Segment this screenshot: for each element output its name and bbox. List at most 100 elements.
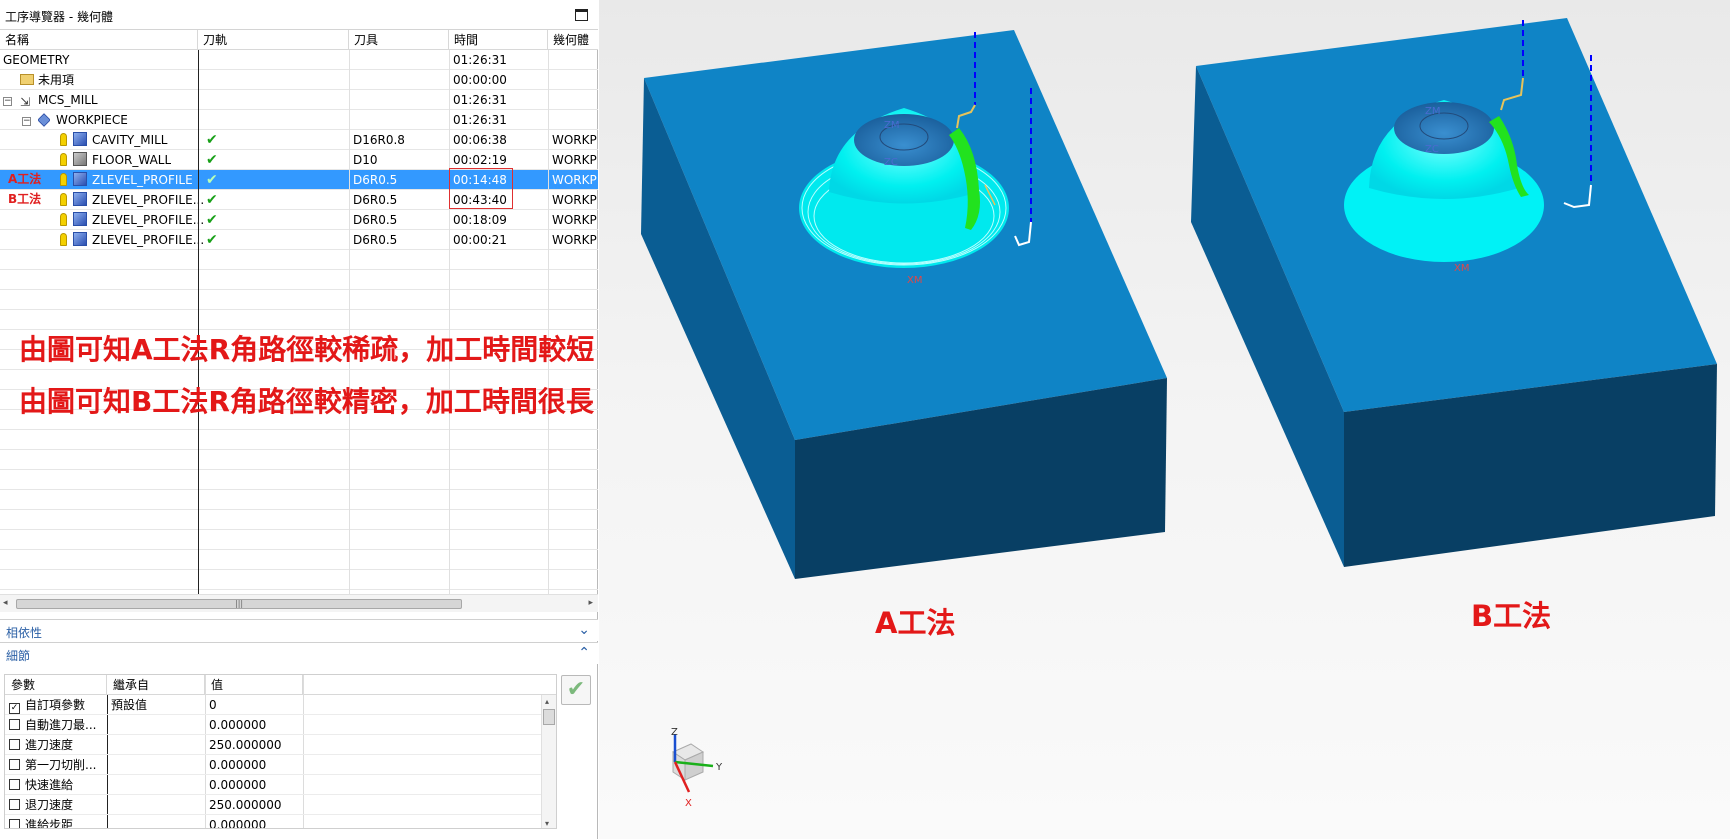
tree-row-zlevel-profile-c[interactable]: ZLEVEL_PROFILE... ✔ D6R0.5 00:18:09 WORK… [0,210,598,230]
operation-icon [73,212,87,226]
empty-row [0,550,598,570]
detail-row[interactable]: 進刀速度 250.000000 [5,735,543,755]
model-b-label: B工法 [1471,599,1552,633]
column-header-tool[interactable]: 刀具 [349,30,449,50]
collapse-icon[interactable]: − [22,117,31,126]
tree-row-cavity-mill[interactable]: CAVITY_MILL ✔ D16R0.8 00:06:38 WORKP [0,130,598,150]
row-tool: D6R0.5 [353,233,398,247]
details-label: 細節 [6,649,31,663]
chevron-up-icon[interactable]: ⌃ [578,645,590,661]
maximize-icon[interactable] [575,9,588,21]
param-value[interactable]: 0.000000 [209,715,266,735]
model-b: ZM ZC XM [1191,18,1717,567]
param-value[interactable]: 0.000000 [209,775,266,795]
checkbox[interactable] [9,739,20,750]
key-icon [60,133,67,146]
row-geometry: WORKP [552,193,597,207]
row-name: WORKPIECE [56,113,128,127]
row-time: 00:06:38 [453,133,507,147]
detail-row[interactable]: 自動進刀最... 0.000000 [5,715,543,735]
operation-icon [73,232,87,246]
scroll-up-icon[interactable]: ▴ [545,697,549,706]
tree-row-geometry[interactable]: GEOMETRY 01:26:31 [0,50,598,70]
model-scene: ZM ZC XM ZM ZC XM Z Y X [641,18,1717,809]
param-value[interactable]: 0.000000 [209,755,266,775]
row-name: FLOOR_WALL [92,153,172,167]
scroll-down-icon[interactable]: ▾ [545,819,549,828]
checkbox[interactable] [9,799,20,810]
empty-row [0,430,598,450]
empty-row [0,310,598,330]
row-geometry: WORKP [552,233,597,247]
collapse-icon[interactable]: − [3,97,12,106]
graphics-viewport[interactable]: ZM ZC XM ZM ZC XM Z Y X A工法 B工法 [599,0,1730,839]
tree-row-zlevel-profile-d[interactable]: ZLEVEL_PROFILE... ✔ D6R0.5 00:00:21 WORK… [0,230,598,250]
param-label: 自動進刀最... [25,718,97,732]
horizontal-scrollbar[interactable]: ◂ ||| ▸ [0,594,598,612]
checkbox[interactable] [9,759,20,770]
column-header-toolpath[interactable]: 刀軌 [198,30,349,50]
row-tool: D6R0.5 [353,173,398,187]
toolpath-check-icon: ✔ [206,212,218,228]
empty-row [0,510,598,530]
param-value[interactable]: 0 [209,695,217,715]
operation-icon [73,152,87,166]
row-tool: D6R0.5 [353,213,398,227]
tree-row-workpiece[interactable]: − WORKPIECE 01:26:31 [0,110,598,130]
detail-row[interactable]: 進給步距 0.000000 [5,815,543,828]
row-time: 00:18:09 [453,213,507,227]
column-header-value[interactable]: 值 [205,675,303,695]
row-tool: D6R0.5 [353,193,398,207]
scroll-thumb[interactable]: ||| [16,599,462,609]
method-b-tag: B工法 [8,192,42,206]
tree-row-mcs-mill[interactable]: − ⇲ MCS_MILL 01:26:31 [0,90,598,110]
row-time: 01:26:31 [453,53,507,67]
row-geometry: WORKP [552,213,597,227]
column-header-geometry[interactable]: 幾何體 [548,30,598,50]
vertical-scrollbar[interactable]: ▴ ▾ [541,695,556,828]
ok-check-button[interactable]: ✔ [561,675,591,705]
scroll-thumb[interactable] [543,709,555,725]
column-divider[interactable] [198,50,199,594]
tree-header: 名稱 刀軌 刀具 時間 幾何體 [0,30,598,50]
inherit-value: 預設值 [111,698,148,712]
column-divider [449,50,450,594]
checkbox[interactable] [9,719,20,730]
checkbox[interactable] [9,819,20,828]
column-header-param[interactable]: 參數 [5,675,107,695]
detail-row[interactable]: ✓ 自訂項參數 預設值 0 [5,695,543,715]
row-time: 01:26:31 [453,93,507,107]
column-header-inherit[interactable]: 繼承自 [107,675,205,695]
column-header-time[interactable]: 時間 [449,30,548,50]
param-value[interactable]: 0.000000 [209,815,266,828]
row-name: 未用項 [38,73,75,87]
dependencies-section-header[interactable]: 相依性 ⌄ [0,619,598,641]
detail-row[interactable]: 退刀速度 250.000000 [5,795,543,815]
view-triad[interactable]: Z Y X [671,727,723,809]
checkbox-checked[interactable]: ✓ [9,703,20,714]
time-highlight-box [449,168,513,209]
operation-icon [73,132,87,146]
details-section-header[interactable]: 細節 ⌃ [0,642,598,664]
param-value[interactable]: 250.000000 [209,735,282,755]
folder-icon [20,74,34,85]
tree-row-floor-wall[interactable]: FLOOR_WALL ✔ D10 00:02:19 WORKP [0,150,598,170]
row-time: 00:00:21 [453,233,507,247]
detail-row[interactable]: 快速進給 0.000000 [5,775,543,795]
row-time: 00:02:19 [453,153,507,167]
method-a-tag: A工法 [8,172,42,186]
chevron-down-icon[interactable]: ⌄ [578,622,590,638]
scroll-left-icon[interactable]: ◂ [3,598,8,608]
detail-row[interactable]: 第一刀切削... 0.000000 [5,755,543,775]
checkbox[interactable] [9,779,20,790]
triad-x-label: X [685,798,692,809]
row-name: CAVITY_MILL [92,133,168,147]
scroll-right-icon[interactable]: ▸ [588,598,593,608]
column-header-name[interactable]: 名稱 [0,30,198,50]
param-value[interactable]: 250.000000 [209,795,282,815]
empty-row [0,450,598,470]
param-label: 第一刀切削... [25,758,97,772]
navigator-title: 工序導覽器 - 幾何體 [5,10,113,24]
row-time: 01:26:31 [453,113,507,127]
tree-row-unused[interactable]: 未用項 00:00:00 [0,70,598,90]
